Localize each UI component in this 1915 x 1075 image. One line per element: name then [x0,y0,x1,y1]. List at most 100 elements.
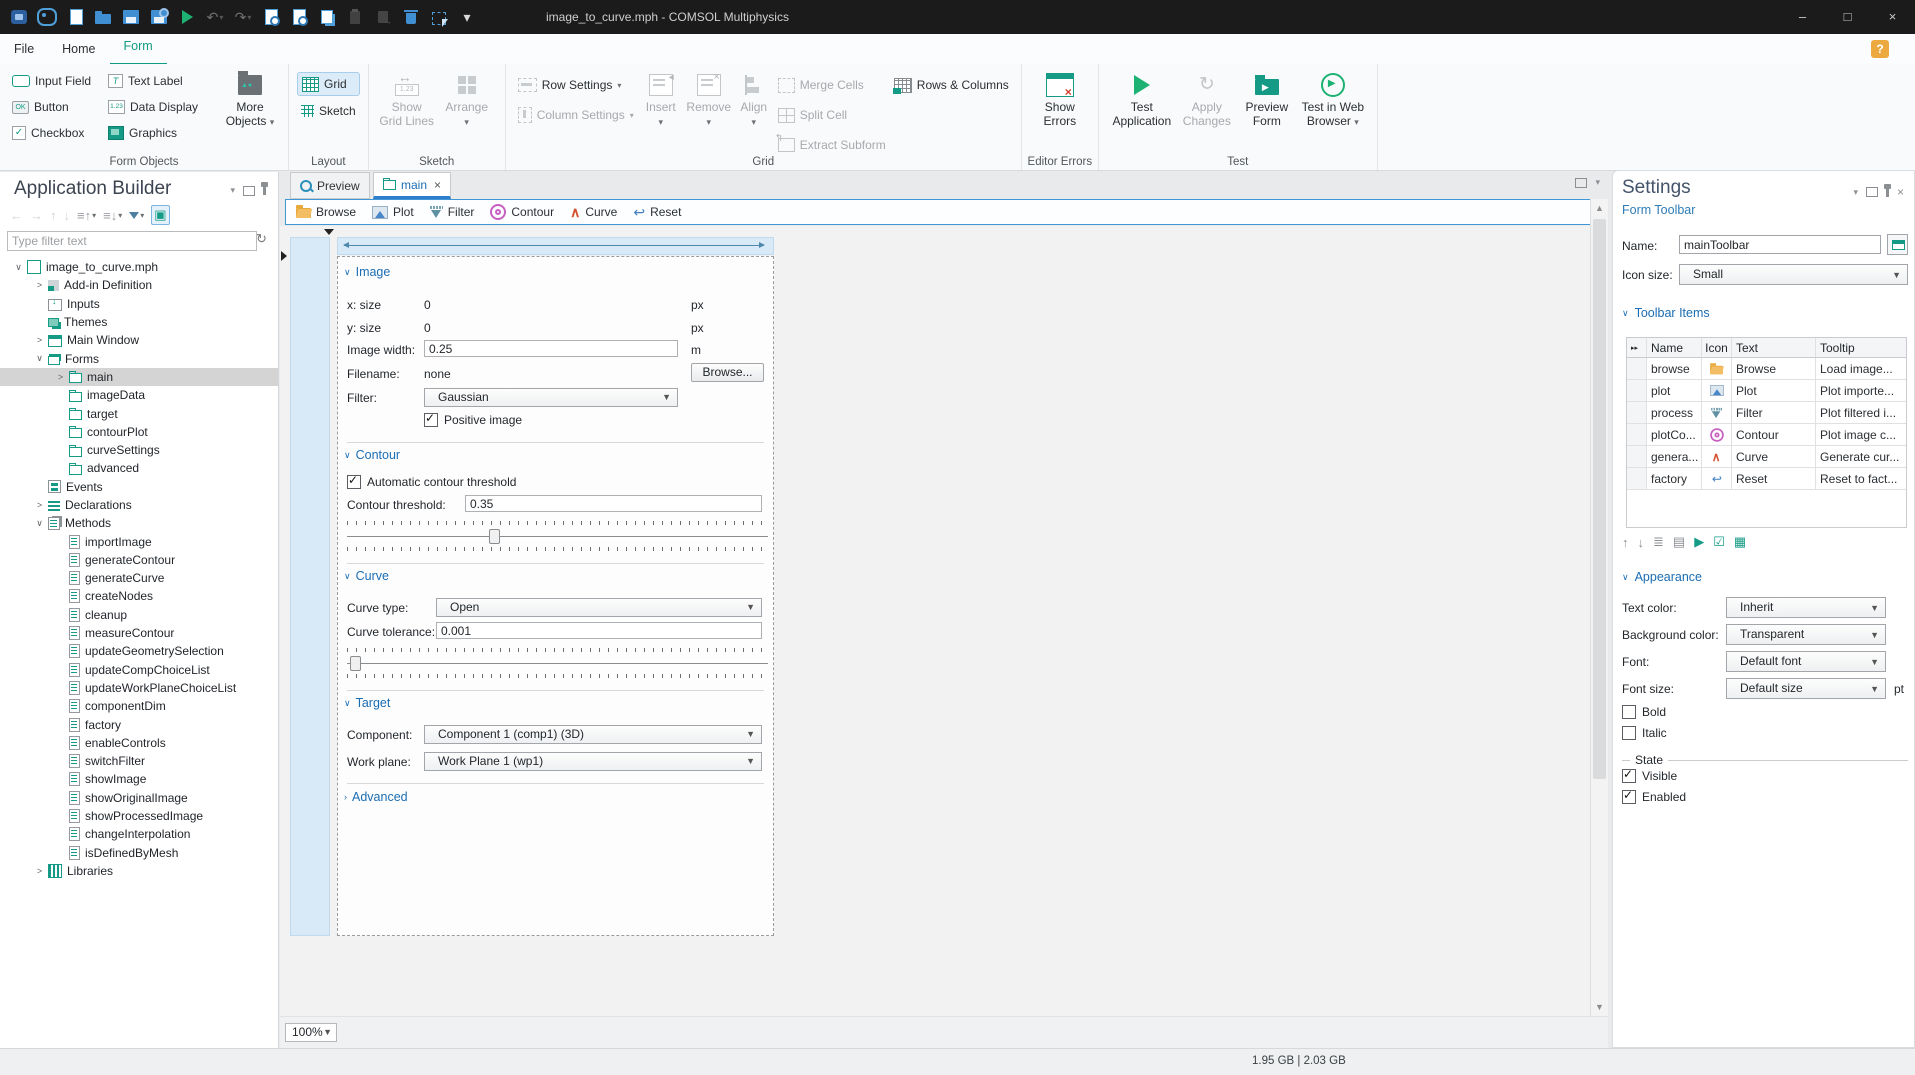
slider-handle[interactable] [489,529,501,544]
tree-item-factory[interactable]: factory [0,715,278,733]
add-toggle-button[interactable]: ☑ [1713,534,1725,550]
slider-handle[interactable] [350,656,362,671]
expander-icon[interactable]: > [33,335,46,345]
expander-icon[interactable]: > [33,500,46,510]
component-combo[interactable]: Component 1 (comp1) (3D) ▼ [424,725,762,744]
move-up-button[interactable]: ↑ [1622,535,1629,550]
redo-button[interactable]: ↷ ▾ [232,5,254,29]
table-row[interactable]: genera... ∧ Curve Generate cur... [1627,446,1906,468]
expander-icon[interactable]: ∨ [12,262,25,273]
tree-item-Methods[interactable]: ∨ Methods [0,514,278,532]
tree-item-componentDim[interactable]: componentDim [0,697,278,715]
tree-item-enableControls[interactable]: enableControls [0,734,278,752]
tree-item-generateCurve[interactable]: generateCurve [0,569,278,587]
remove-item-button[interactable]: ≣ [1653,534,1664,550]
contour-threshold-slider[interactable] [347,529,768,544]
tab-file[interactable]: File [0,34,48,64]
tab-preview[interactable]: Preview [290,172,370,199]
edit-item-button[interactable]: ▤ [1673,534,1685,550]
icon-size-combo[interactable]: Small ▼ [1679,264,1908,285]
float-panel-icon[interactable] [243,185,255,196]
text-color-combo[interactable]: Inherit ▼ [1726,597,1886,618]
dropdown-caret-icon[interactable]: ▾ [247,13,251,22]
dropdown-caret-icon[interactable]: ▾ [118,211,122,220]
filter-combo[interactable]: Gaussian ▼ [424,388,678,407]
expander-icon[interactable]: > [33,280,46,290]
tree-item-createNodes[interactable]: createNodes [0,587,278,605]
font-combo[interactable]: Default font ▼ [1726,651,1886,672]
move-down-button[interactable]: ↓ [1638,535,1645,550]
preview-form-button[interactable]: Preview Form [1237,68,1297,128]
checkbox-object-button[interactable]: ✓ Checkbox [8,122,104,144]
more-objects-button[interactable]: More Objects ▾ [220,68,280,129]
maximize-editor-icon[interactable] [1575,177,1588,188]
expander-icon[interactable]: ∨ [33,353,46,364]
visible-checkbox[interactable]: Visible [1622,767,1677,783]
font-size-combo[interactable]: Default size ▼ [1726,678,1886,699]
close-button[interactable]: × [1870,0,1915,34]
tree-item-switchFilter[interactable]: switchFilter [0,752,278,770]
open-button[interactable] [92,5,114,29]
tree-item-changeInterpolation[interactable]: changeInterpolation [0,825,278,843]
save-as-button[interactable] [148,5,170,29]
expander-icon[interactable]: ∨ [33,518,46,529]
tree-item-updateWorkPlaneChoiceList[interactable]: updateWorkPlaneChoiceList [0,679,278,697]
plot-button[interactable]: Plot [372,205,414,219]
background-color-combo[interactable]: Transparent ▼ [1726,624,1886,645]
collapse-all-button[interactable]: ≡↓ ▾ [103,208,122,223]
tree-item-showOriginalImage[interactable]: showOriginalImage [0,789,278,807]
tree-item-Forms[interactable]: ∨ Forms [0,349,278,367]
insert-button[interactable]: Insert▾ [638,68,684,129]
paste-button[interactable] [344,5,366,29]
tab-home[interactable]: Home [48,34,109,64]
pin-settings-icon[interactable] [1883,183,1891,197]
positive-image-checkbox[interactable]: Positive image [424,411,522,427]
apply-changes-button[interactable]: ↻ Apply Changes [1177,68,1237,129]
dropdown-caret-icon[interactable]: ▾ [92,211,96,220]
refresh-filter-icon[interactable]: ↻ [256,231,267,247]
pin-panel-icon[interactable] [261,182,268,195]
toolbar-items-table[interactable]: ▸▸ Name Icon Text Tooltip browse Browse Load im… [1626,337,1907,528]
tree-item-main[interactable]: > main [0,367,278,387]
curve-tolerance-input[interactable] [436,622,762,639]
tree-item-updateGeometrySelection[interactable]: updateGeometrySelection [0,642,278,660]
row-selector[interactable] [1627,446,1647,467]
tree-item-Events[interactable]: Events [0,478,278,496]
row-selector[interactable] [1627,358,1647,379]
arrange-button[interactable]: Arrange ▾ [437,68,497,129]
extract-subform-button[interactable]: Extract Subform [774,133,890,156]
show-errors-button[interactable]: Show Errors [1030,68,1090,128]
button-object-button[interactable]: OK Button [8,96,104,118]
italic-checkbox[interactable]: Italic [1622,726,1667,740]
settings-menu-icon[interactable]: ▾ [1853,187,1858,198]
form-canvas[interactable]: ∨ Image x: size 0 px y: size 0 px Image w… [280,226,1591,1016]
contour-button[interactable]: Contour [490,204,554,220]
tree-item-importImage[interactable]: importImage [0,532,278,550]
contour-threshold-input[interactable] [465,495,762,512]
grid-column-strip[interactable] [290,237,330,936]
vertical-scrollbar[interactable]: ▲ ▼ [1590,199,1608,1016]
test-application-button[interactable]: Test Application [1107,68,1177,128]
back-button[interactable]: ← [10,208,23,223]
filter-button[interactable]: Filter [429,205,474,219]
show-in-editor-button[interactable]: ▣ [151,205,170,225]
sketch-mode-button[interactable]: Sketch [297,100,360,122]
forward-button[interactable]: → [30,208,43,223]
undo-button[interactable]: ↶ ▾ [204,5,226,29]
section-advanced[interactable]: › Advanced [344,790,408,804]
section-appearance[interactable]: ∨ Appearance [1622,570,1702,584]
curve-button[interactable]: ∧ Curve [570,205,617,219]
move-up-button[interactable]: ↑ [50,208,57,223]
delete-button[interactable] [400,5,422,29]
table-row[interactable]: plot Plot Plot importe... [1627,380,1906,402]
graphics-object-button[interactable]: Graphics [104,122,214,144]
work-plane-combo[interactable]: Work Plane 1 (wp1) ▼ [424,752,762,771]
tab-form[interactable]: Form [109,33,167,66]
maximize-button[interactable]: □ [1825,0,1870,34]
test-web-browser-button[interactable]: Test in Web Browser ▾ [1297,68,1369,129]
row-selector[interactable] [1627,402,1647,423]
table-row[interactable]: process Filter Plot filtered i... [1627,402,1906,424]
new-file-button[interactable] [64,5,86,29]
zoom-selection-button[interactable] [260,5,282,29]
section-target[interactable]: ∨ Target [344,696,390,710]
